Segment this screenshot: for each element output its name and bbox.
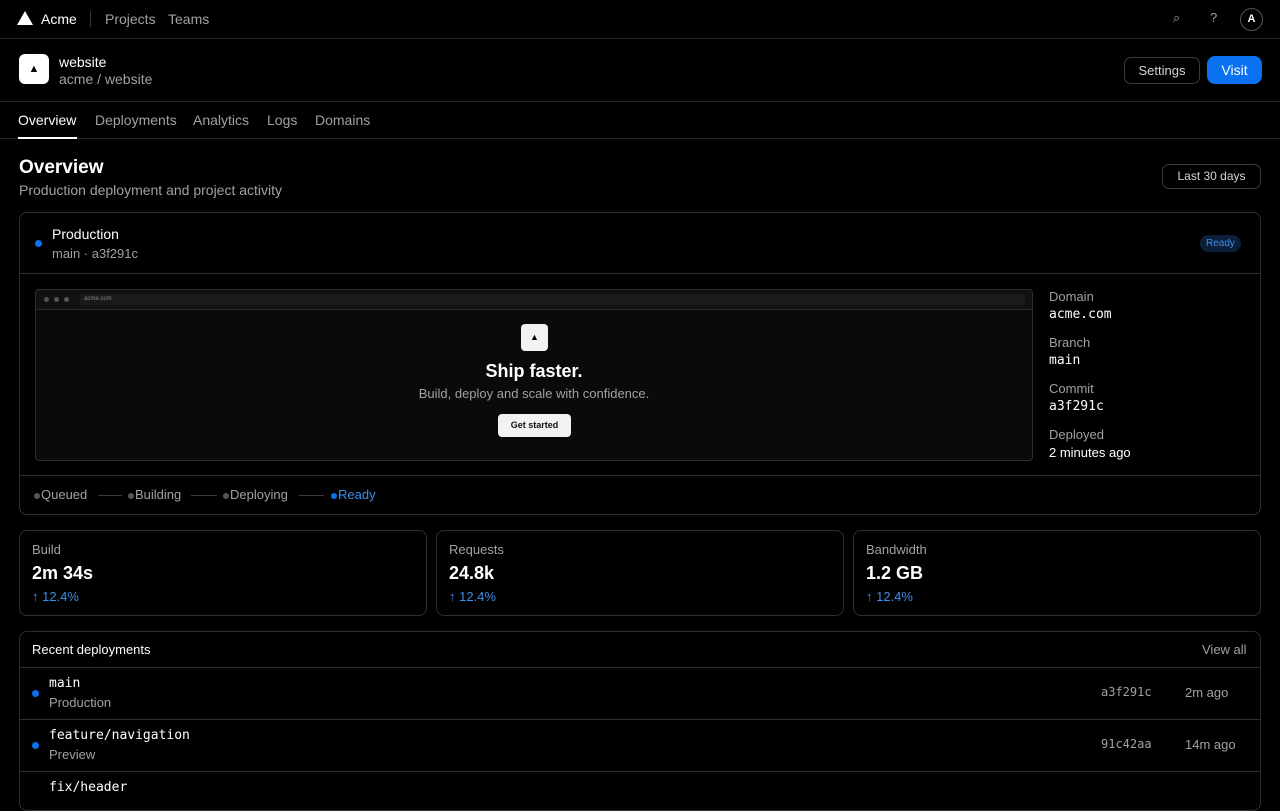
stat-value: 2m 34s: [32, 563, 94, 583]
production-card-header: Production main · a3f291c Ready: [20, 213, 1260, 274]
stat-card-build: Build 2m 34s ↑ 12.4%: [19, 530, 427, 616]
step-dot-icon: [223, 493, 229, 499]
preview-headline: Ship faster.: [485, 361, 583, 381]
stat-value: 24.8k: [449, 563, 495, 583]
meta-label-commit: Commit: [1049, 381, 1094, 396]
step-dot-icon: [128, 493, 134, 499]
stat-label: Build: [32, 542, 61, 557]
recent-deployments-panel: Recent deployments View all main Product…: [19, 631, 1261, 811]
table-row[interactable]: feature/navigation Preview 91c42aa 14m a…: [20, 720, 1260, 772]
meta-label-branch: Branch: [1049, 335, 1091, 350]
help-icon[interactable]: ?: [1210, 10, 1217, 25]
acme-logo-icon[interactable]: [17, 11, 33, 25]
row-commit: 91c42aa: [1101, 737, 1152, 751]
avatar[interactable]: A: [1240, 8, 1263, 31]
step-building: Building: [135, 487, 182, 502]
window-dot-icon: [64, 297, 69, 302]
row-commit: a3f291c: [1101, 685, 1152, 699]
nav-link-teams[interactable]: Teams: [168, 11, 209, 27]
preview-browser-bar: acme.com: [36, 290, 1032, 310]
production-title: Production: [52, 226, 119, 242]
status-dot-icon: [35, 240, 42, 247]
step-deploying: Deploying: [230, 487, 288, 502]
stat-label: Bandwidth: [866, 542, 927, 557]
meta-label-domain: Domain: [1049, 289, 1094, 304]
nav-link-projects[interactable]: Projects: [105, 11, 156, 27]
step-dot-icon: [34, 493, 40, 499]
stat-delta: ↑ 12.4%: [32, 589, 79, 604]
row-environment: Preview: [49, 747, 96, 762]
page-title: Overview: [19, 157, 104, 178]
preview-tagline: Build, deploy and scale with confidence.: [418, 386, 650, 401]
row-environment: Production: [49, 695, 112, 710]
window-dot-icon: [54, 297, 59, 302]
status-dot-icon: [32, 742, 39, 749]
status-dot-icon: [32, 690, 39, 697]
visit-button[interactable]: Visit: [1207, 56, 1262, 84]
meta-value-deployed: 2 minutes ago: [1049, 445, 1131, 460]
project-header: ▲ website acme / website Settings Visit: [0, 39, 1280, 102]
table-row[interactable]: fix/header: [20, 772, 1260, 810]
preview-logo-icon: ▲: [521, 324, 548, 351]
recent-deployments-title: Recent deployments: [32, 642, 151, 657]
stat-card-bandwidth: Bandwidth 1.2 GB ↑ 12.4%: [853, 530, 1261, 616]
view-all-link[interactable]: View all: [1202, 642, 1247, 657]
project-path: acme / website: [59, 71, 153, 87]
stat-label: Requests: [449, 542, 504, 557]
active-tab-indicator: [18, 137, 77, 139]
step-dot-icon: [331, 493, 337, 499]
tab-analytics[interactable]: Analytics: [193, 112, 249, 128]
meta-value-domain[interactable]: acme.com: [1049, 307, 1112, 322]
top-navigation-bar: Acme Projects Teams ⌕ ? A: [0, 0, 1280, 39]
step-connector: [98, 495, 122, 496]
stat-value: 1.2 GB: [866, 563, 924, 583]
status-badge: Ready: [1200, 235, 1241, 252]
step-connector: [191, 495, 217, 496]
row-branch: fix/header: [49, 780, 128, 795]
row-time: 14m ago: [1185, 737, 1236, 752]
tab-overview[interactable]: Overview: [18, 112, 76, 128]
settings-button[interactable]: Settings: [1124, 57, 1200, 84]
window-dot-icon: [44, 297, 49, 302]
tab-deployments[interactable]: Deployments: [95, 112, 177, 128]
row-branch: feature/navigation: [49, 728, 190, 743]
meta-value-branch: main: [1049, 353, 1081, 368]
meta-label-deployed: Deployed: [1049, 427, 1104, 442]
meta-value-commit: a3f291c: [1049, 399, 1104, 414]
project-tabs: Overview Deployments Analytics Logs Doma…: [0, 102, 1280, 139]
tab-domains[interactable]: Domains: [315, 112, 370, 128]
project-logo-icon: ▲: [19, 54, 49, 84]
brand-name[interactable]: Acme: [41, 11, 77, 27]
deployment-preview[interactable]: acme.com ▲ Ship faster. Build, deploy an…: [35, 289, 1033, 461]
tab-logs[interactable]: Logs: [267, 112, 297, 128]
search-icon[interactable]: ⌕: [1173, 10, 1180, 26]
page-subtitle: Production deployment and project activi…: [19, 182, 283, 198]
row-time: 2m ago: [1185, 685, 1229, 700]
divider: [90, 11, 91, 27]
deployment-pipeline: Queued Building Deploying Ready: [20, 475, 1260, 515]
row-branch: main: [49, 676, 81, 691]
project-name: website: [59, 54, 107, 70]
step-ready: Ready: [338, 487, 376, 502]
stat-delta: ↑ 12.4%: [449, 589, 496, 604]
step-queued: Queued: [41, 487, 88, 502]
stat-card-requests: Requests 24.8k ↑ 12.4%: [436, 530, 844, 616]
step-connector: [299, 495, 324, 496]
preview-url-bar: acme.com: [80, 294, 1025, 305]
preview-get-started-button: Get started: [498, 414, 571, 437]
production-deployment-card: Production main · a3f291c Ready acme.com…: [19, 212, 1261, 515]
date-range-button[interactable]: Last 30 days: [1162, 164, 1261, 189]
production-branch-commit: main · a3f291c: [52, 246, 138, 261]
stat-delta: ↑ 12.4%: [866, 589, 913, 604]
recent-deployments-header: Recent deployments View all: [20, 632, 1260, 668]
table-row[interactable]: main Production a3f291c 2m ago: [20, 668, 1260, 720]
